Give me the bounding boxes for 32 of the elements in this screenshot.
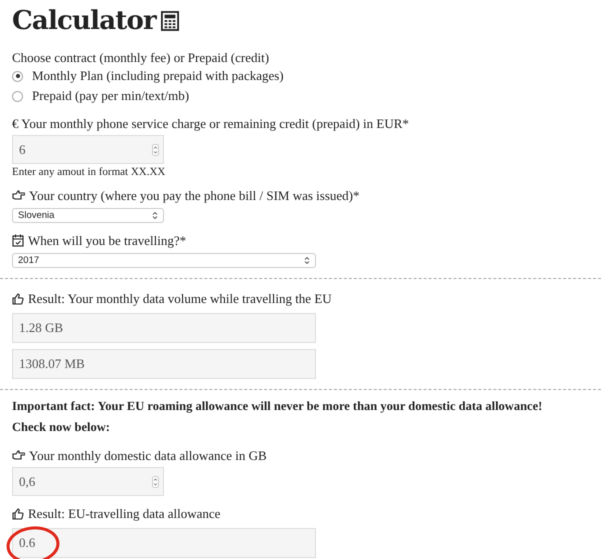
result-label: Result: Your monthly data volume while travelling the EU	[28, 290, 332, 307]
dropdown-arrows-icon	[152, 211, 158, 220]
result-box: 1308.07 MB	[12, 349, 316, 379]
spinner-icon[interactable]	[152, 144, 159, 156]
number-field[interactable]: 6	[12, 135, 164, 164]
field-label: € Your monthly phone service charge or remaining credit (prepaid) in EUR*	[12, 115, 410, 132]
radio-button[interactable]	[12, 90, 23, 102]
result-box: 1.28 GB	[12, 313, 316, 343]
page-title: Calculator	[12, 6, 156, 36]
field-label: Your country (where you pay the phone bill / SIM was issued)*	[29, 187, 360, 204]
radio-button[interactable]	[12, 70, 23, 82]
field-hint: Enter any amout in format XX.XX	[12, 166, 166, 178]
field-label: When will you be travelling?*	[28, 232, 186, 249]
field-label: Your monthly domestic data allowance in GB	[29, 447, 267, 464]
spinner-icon[interactable]	[152, 476, 159, 488]
pointing-hand-icon	[12, 190, 25, 201]
notice-text: Check now below:	[12, 419, 111, 436]
number-field[interactable]: 0,6	[12, 467, 164, 496]
dropdown-arrows-icon	[304, 256, 310, 265]
radio-option[interactable]: Monthly Plan (including prepaid with packages)	[12, 66, 601, 86]
pointing-hand-icon	[12, 450, 25, 461]
dropdown[interactable]: 2017	[12, 253, 316, 268]
result-label: Result: EU-travelling data allowance	[28, 505, 220, 522]
radio-option[interactable]: Prepaid (pay per min/text/mb)	[12, 86, 601, 106]
thumbs-up-icon	[12, 292, 24, 304]
result-box: 0.6	[12, 528, 316, 558]
notice-text: Important fact: Your EU roaming allowance will never be more than your domestic data allowance!	[12, 398, 544, 415]
thumbs-up-icon	[12, 508, 24, 520]
dropdown[interactable]: Slovenia	[12, 208, 164, 223]
contract-label: Choose contract (monthly fee) or Prepaid (credit)	[12, 49, 270, 66]
calculator-icon	[160, 11, 179, 31]
calendar-icon	[12, 234, 24, 247]
